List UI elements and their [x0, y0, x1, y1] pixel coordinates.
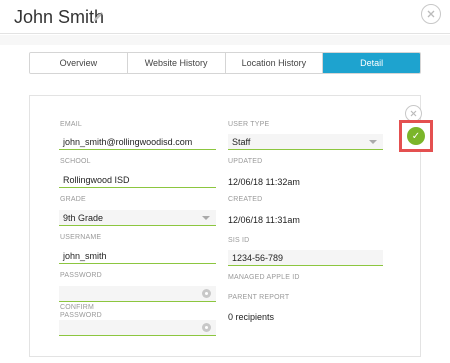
school-field[interactable]: Rollingwood ISD: [59, 172, 216, 188]
email-field[interactable]: john_smith@rollingwoodisd.com: [59, 134, 216, 150]
sis-id-label: SIS ID: [228, 237, 250, 244]
eye-icon[interactable]: [202, 289, 211, 298]
tab-overview[interactable]: Overview: [30, 53, 128, 73]
chevron-down-icon: [369, 140, 377, 144]
close-icon: [410, 110, 417, 117]
header-band: [0, 35, 450, 45]
tab-bar: Overview Website History Location Histor…: [29, 52, 421, 74]
pencil-icon[interactable]: [92, 10, 104, 22]
email-label: EMAIL: [60, 121, 83, 128]
checkmark-icon: ✓: [411, 130, 421, 142]
managed-apple-id-label: MANAGED APPLE ID: [228, 274, 300, 281]
grade-value: 9th Grade: [63, 213, 104, 223]
username-label: USERNAME: [60, 234, 102, 241]
save-highlight: ✓: [399, 120, 433, 152]
updated-label: UPDATED: [228, 158, 263, 165]
tab-website-history[interactable]: Website History: [127, 53, 226, 73]
updated-value: 12/06/18 11:32am: [228, 177, 300, 187]
close-button[interactable]: [421, 4, 441, 24]
password-label: PASSWORD: [60, 272, 102, 279]
sis-id-field[interactable]: 1234-56-789: [228, 250, 383, 266]
grade-label: GRADE: [60, 196, 86, 203]
eye-icon[interactable]: [202, 323, 211, 332]
school-label: SCHOOL: [60, 158, 91, 165]
parent-report-link[interactable]: 0 recipients: [228, 312, 274, 322]
username-field[interactable]: john_smith: [59, 248, 216, 264]
tab-location-history[interactable]: Location History: [225, 53, 324, 73]
password-field[interactable]: [59, 286, 216, 302]
tab-detail[interactable]: Detail: [323, 53, 420, 73]
parent-report-label: PARENT REPORT: [228, 294, 290, 301]
user-type-value: Staff: [232, 137, 251, 147]
created-label: CREATED: [228, 196, 263, 203]
close-icon: [427, 10, 435, 18]
user-type-label: USER TYPE: [228, 121, 270, 128]
grade-select[interactable]: 9th Grade: [59, 210, 216, 226]
user-type-select[interactable]: Staff: [228, 134, 383, 150]
modal-header: John Smith: [0, 0, 450, 34]
chevron-down-icon: [202, 216, 210, 220]
confirm-password-label-line1: CONFIRM: [60, 304, 95, 311]
save-button[interactable]: ✓: [407, 127, 425, 145]
confirm-password-field[interactable]: [59, 320, 216, 336]
confirm-password-label-line2: PASSWORD: [60, 312, 102, 319]
created-value: 12/06/18 11:31am: [228, 215, 300, 225]
page-title: John Smith: [14, 7, 105, 27]
